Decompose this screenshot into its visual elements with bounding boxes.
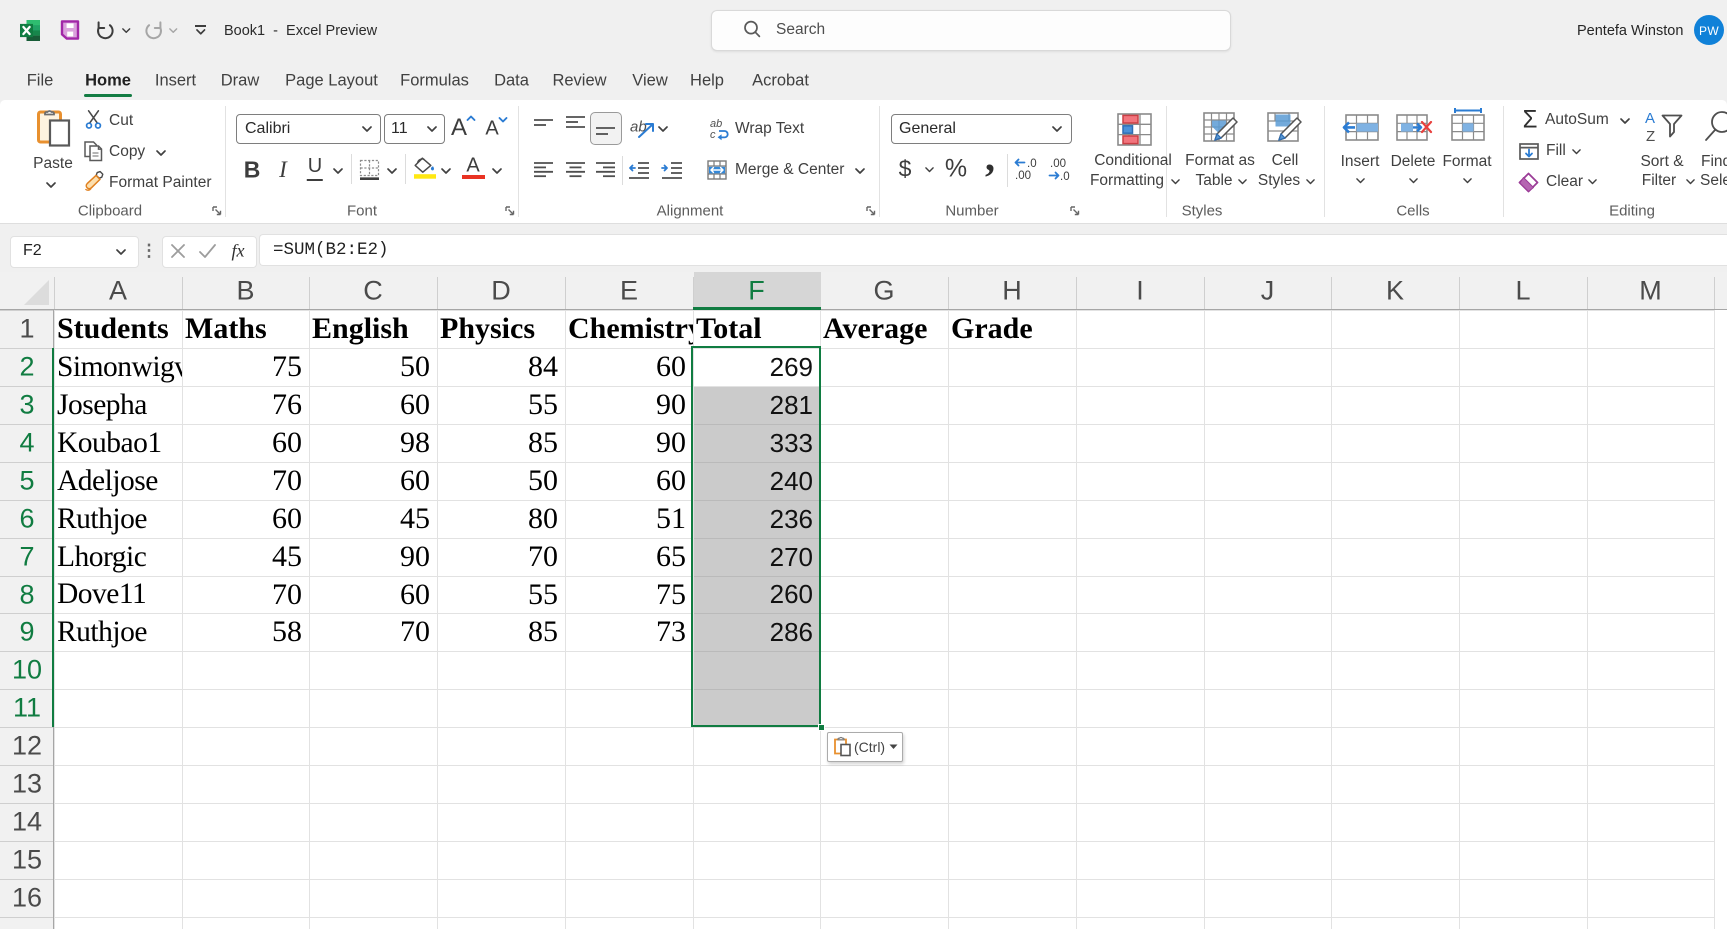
svg-text:.00: .00: [1015, 170, 1031, 182]
svg-text:A: A: [1645, 110, 1655, 127]
svg-text:.00: .00: [1050, 158, 1066, 170]
svg-text:.0: .0: [1060, 171, 1070, 183]
svg-text:.0: .0: [1027, 158, 1037, 170]
svg-text:c: c: [710, 129, 716, 141]
svg-text:Z: Z: [1646, 128, 1655, 145]
